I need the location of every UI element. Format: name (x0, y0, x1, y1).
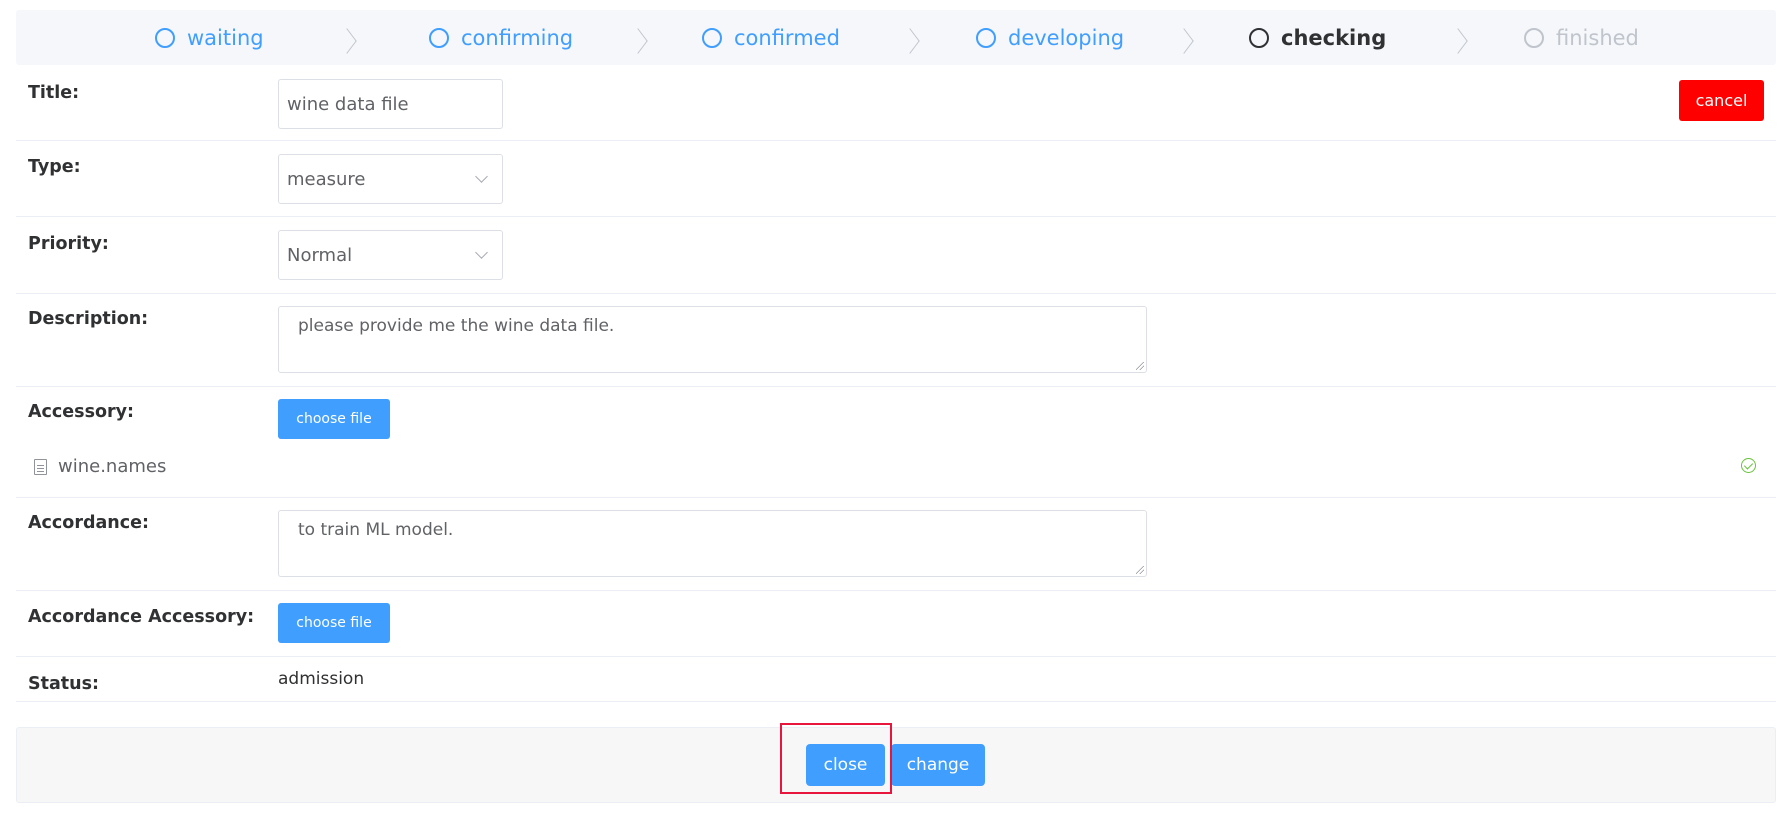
priority-select[interactable]: Normal (278, 230, 503, 280)
priority-label: Priority: (28, 234, 109, 254)
file-name: wine.names (58, 456, 167, 477)
check-circle-icon (1741, 458, 1756, 473)
step-checking: checking (1249, 10, 1386, 65)
step-label: confirmed (734, 25, 840, 50)
accordance-textarea[interactable]: to train ML model. (278, 510, 1147, 577)
form-row-priority: Priority: Normal (16, 217, 1776, 294)
form-row-title: Title: wine data file cancel (16, 66, 1776, 141)
description-value: please provide me the wine data file. (298, 316, 615, 336)
circle-icon (1524, 27, 1544, 48)
form-row-type: Type: measure (16, 141, 1776, 217)
form-row-accordance: Accordance: to train ML model. (16, 498, 1776, 591)
type-label: Type: (28, 157, 81, 177)
description-textarea[interactable]: please provide me the wine data file. (278, 306, 1147, 373)
accordance-accessory-label: Accordance Accessory: (28, 607, 255, 627)
step-label: developing (1008, 25, 1125, 50)
chevron-right-icon (1174, 28, 1194, 54)
step-confirming: confirming (429, 10, 573, 65)
chevron-down-icon (475, 170, 488, 183)
file-list-item[interactable]: wine.names (34, 456, 166, 477)
chevron-right-icon (337, 28, 357, 54)
chevron-right-icon (1448, 28, 1468, 54)
description-label: Description: (28, 309, 149, 329)
highlight-box (780, 723, 892, 794)
step-label: checking (1281, 25, 1387, 50)
type-value: measure (287, 168, 366, 190)
document-icon (34, 458, 47, 475)
accessory-choose-file-button[interactable]: choose file (278, 399, 390, 439)
resize-handle-icon[interactable] (1136, 566, 1144, 574)
accessory-label: Accessory: (28, 402, 135, 422)
step-confirmed: confirmed (702, 10, 840, 65)
accordance-value: to train ML model. (298, 520, 454, 540)
circle-icon (1249, 27, 1269, 48)
status-label: Status: (28, 674, 100, 694)
circle-icon (155, 27, 175, 48)
step-label: confirming (461, 25, 574, 50)
status-value: admission (278, 669, 365, 689)
chevron-down-icon (475, 246, 488, 259)
circle-icon (976, 27, 996, 48)
change-button[interactable]: change (891, 744, 985, 786)
accordance-choose-file-button[interactable]: choose file (278, 603, 390, 643)
step-waiting: waiting (155, 10, 264, 65)
step-developing: developing (976, 10, 1124, 65)
form-row-accordance-accessory: Accordance Accessory: choose file (16, 591, 1776, 657)
step-label: finished (1556, 25, 1639, 50)
chevron-right-icon (628, 28, 648, 54)
accordance-label: Accordance: (28, 513, 149, 533)
type-select[interactable]: measure (278, 154, 503, 204)
step-label: waiting (187, 25, 264, 50)
progress-steps: waiting confirming confirmed developing … (16, 10, 1776, 65)
title-label: Title: (28, 83, 80, 103)
form-row-description: Description: please provide me the wine … (16, 294, 1776, 387)
form-row-status: Status: admission (16, 657, 1776, 702)
resize-handle-icon[interactable] (1136, 362, 1144, 370)
priority-value: Normal (287, 244, 353, 266)
circle-icon (702, 27, 722, 48)
cancel-button[interactable]: cancel (1679, 80, 1764, 121)
form-row-accessory: Accessory: choose file wine.names (16, 387, 1776, 498)
chevron-right-icon (900, 28, 920, 54)
title-value: wine data file (287, 93, 409, 115)
circle-icon (429, 27, 449, 48)
title-input[interactable]: wine data file (278, 79, 503, 129)
step-finished: finished (1524, 10, 1639, 65)
